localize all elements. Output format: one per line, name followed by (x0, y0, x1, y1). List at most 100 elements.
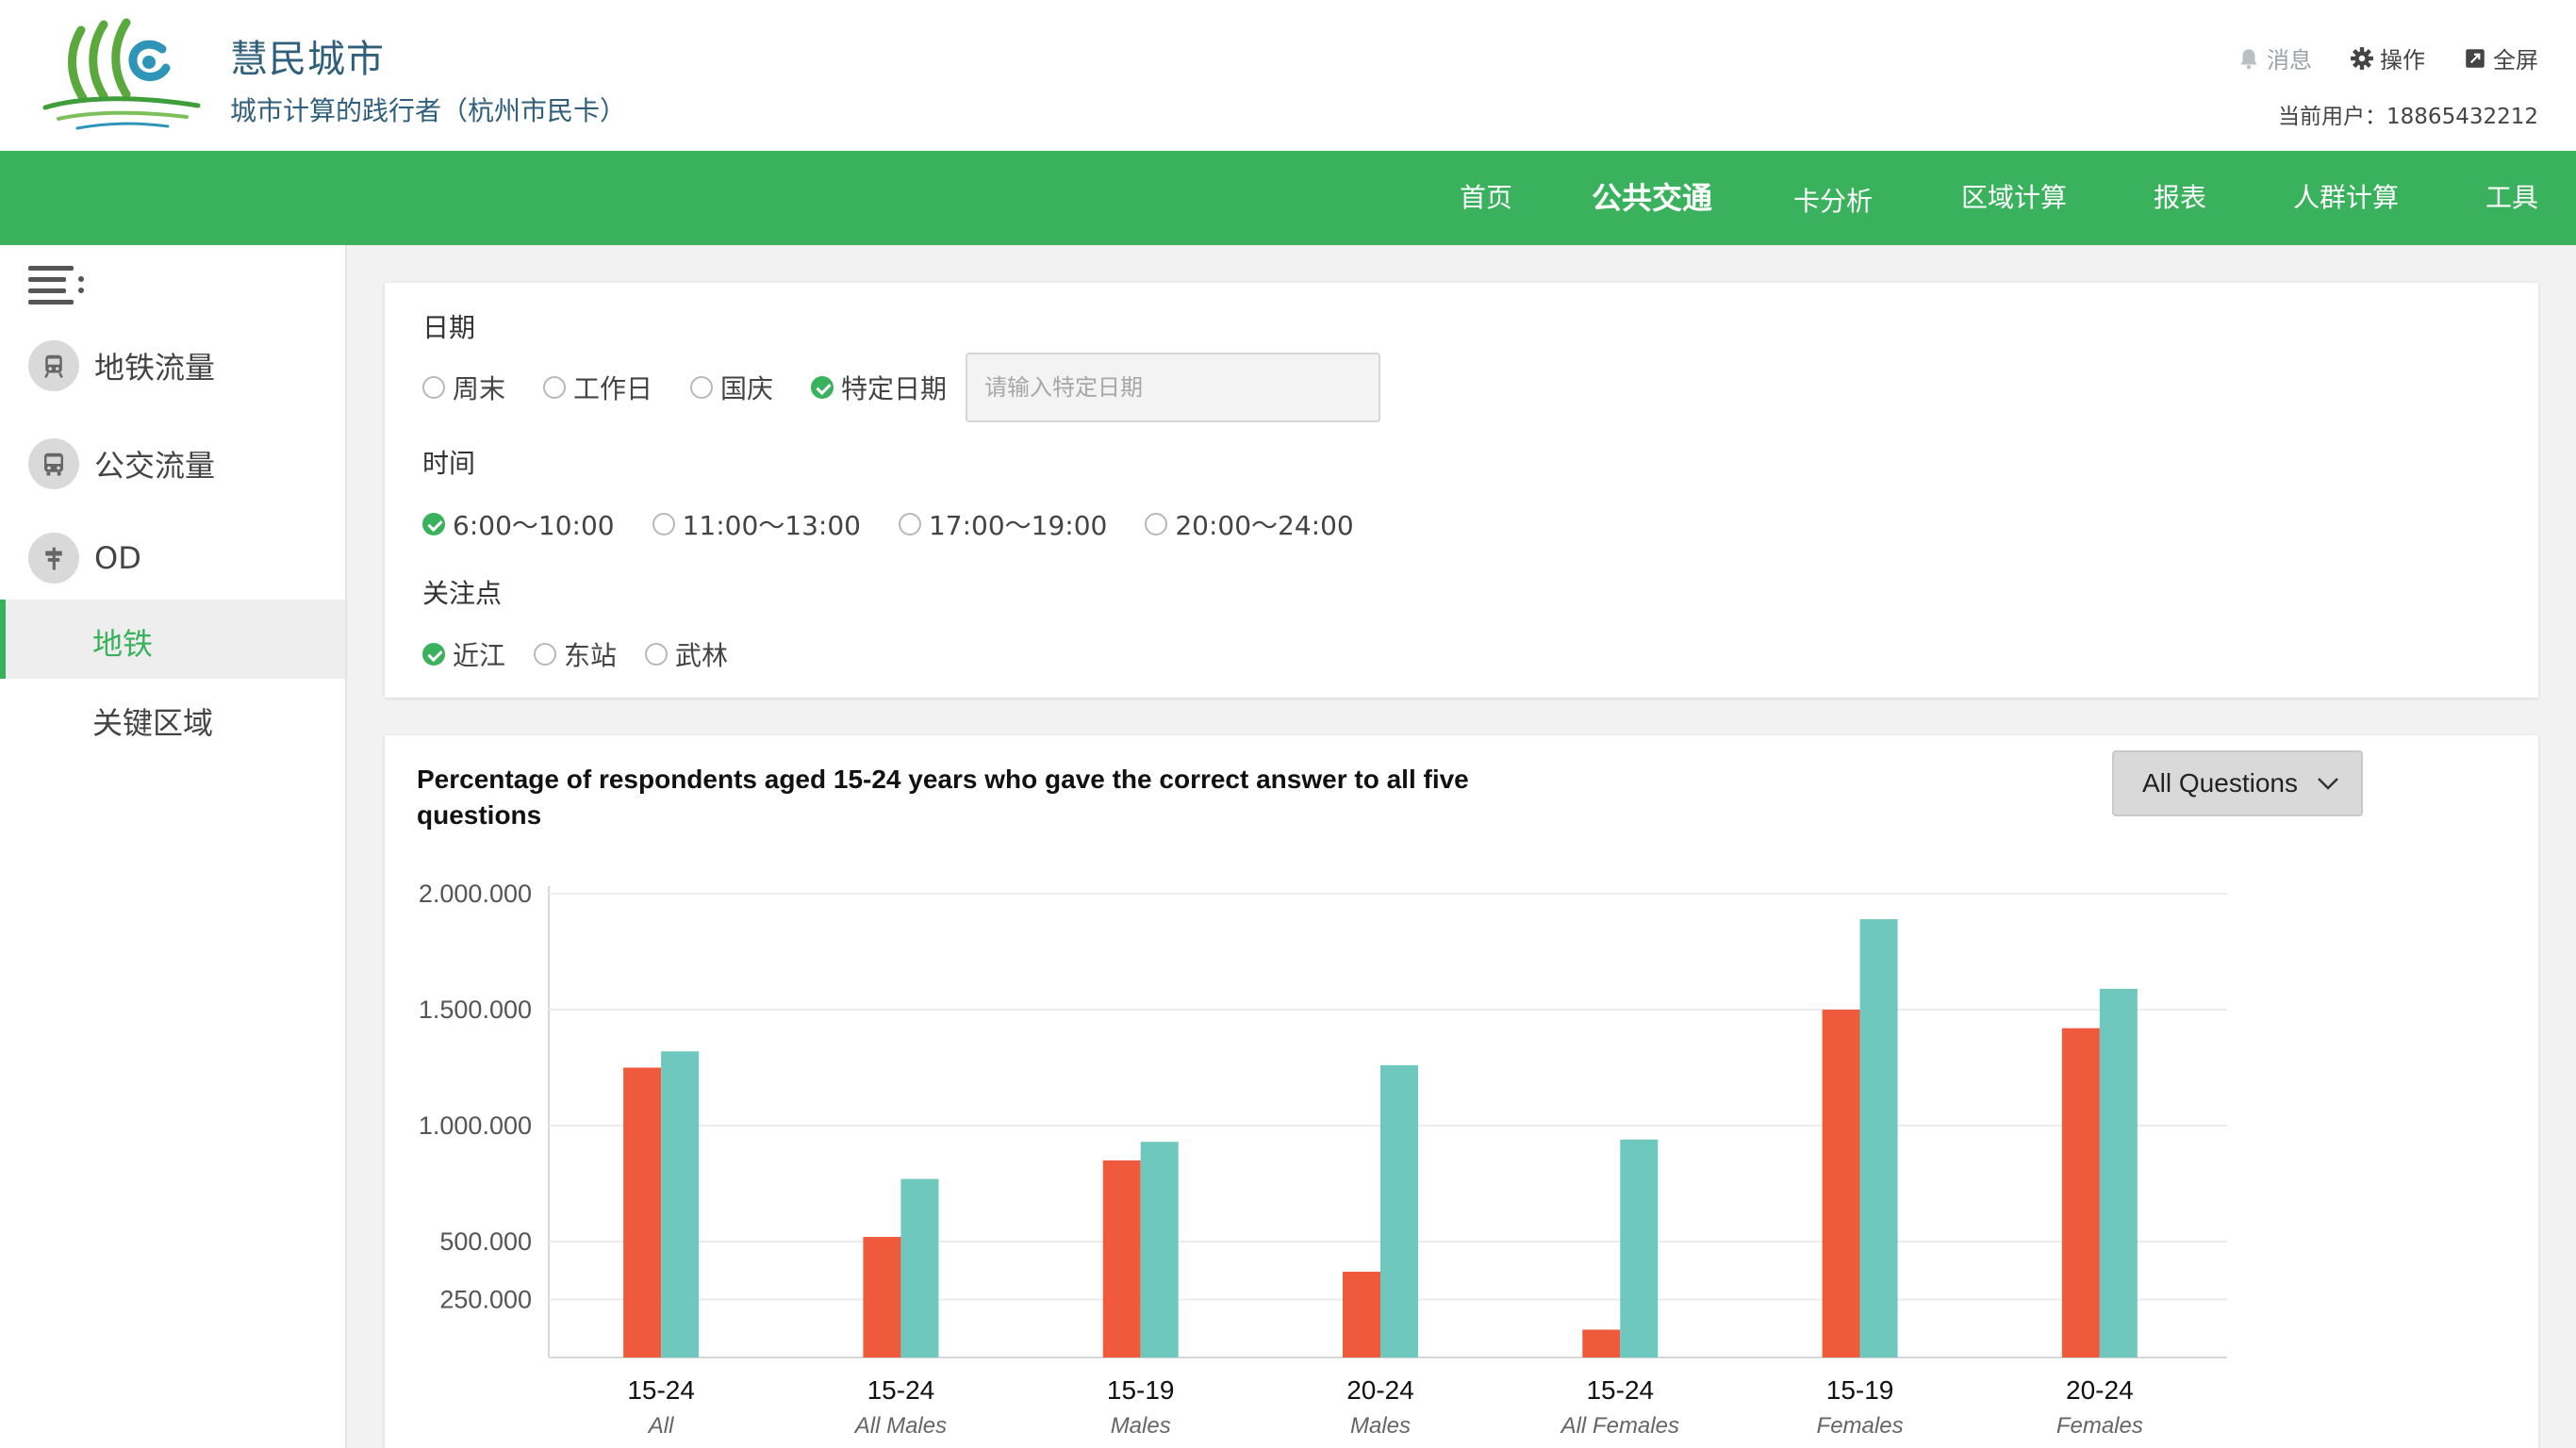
questions-dropdown[interactable]: All Questions (2112, 750, 2363, 816)
bar-series-2 (1859, 919, 1898, 1358)
nav-item-home[interactable]: 首页 (1460, 151, 1512, 245)
x-tick-label: 15-24 (1586, 1375, 1654, 1405)
date-filter-label: 日期 (422, 312, 476, 343)
sidebar-subitem-label: 关键区域 (92, 705, 214, 741)
nav-item-card-analysis[interactable]: 卡分析 (1793, 155, 1873, 249)
operate-button[interactable]: 操作 (2350, 41, 2425, 74)
fullscreen-label: 全屏 (2493, 47, 2538, 74)
radio-label: 国庆 (720, 373, 774, 404)
current-user: 当前用户：18865432212 (2278, 105, 2538, 129)
radio-label: 武林 (675, 640, 729, 671)
time-option-evening[interactable]: 17:00～19:00 (898, 505, 1108, 543)
bar-series-2 (1620, 1139, 1659, 1358)
bar-series-1 (623, 1067, 662, 1358)
app-title: 慧民城市 (230, 38, 385, 81)
y-tick-label: 500.000 (439, 1227, 532, 1256)
y-tick-label: 250.000 (439, 1286, 532, 1314)
bus-icon (28, 438, 79, 489)
messages-label: 消息 (2267, 47, 2312, 74)
bar-series-2 (1380, 1065, 1418, 1358)
x-tick-label: 15-19 (1826, 1375, 1894, 1405)
fullscreen-button[interactable]: 全屏 (2463, 41, 2538, 74)
operate-label: 操作 (2380, 47, 2425, 74)
radio-check-icon (422, 643, 445, 666)
x-tick-sublabel: All Males (853, 1413, 947, 1439)
radio-circle (1145, 513, 1168, 535)
nav-item-tools[interactable]: 工具 (2485, 151, 2538, 245)
menu-toggle-icon[interactable] (28, 264, 85, 305)
sidebar-item-label: OD (94, 540, 141, 576)
app-subtitle: 城市计算的践行者（杭州市民卡） (230, 95, 627, 126)
sidebar-item-bus-flow[interactable]: 公交流量 (0, 424, 347, 503)
radio-label: 工作日 (573, 373, 653, 404)
x-tick-sublabel: All (647, 1413, 674, 1439)
x-tick-label: 15-24 (867, 1375, 935, 1405)
x-tick-label: 20-24 (1346, 1375, 1414, 1405)
radio-circle (422, 376, 445, 399)
focus-options: 近江 东站 武林 (422, 635, 766, 673)
subway-icon (28, 340, 79, 391)
x-tick-sublabel: Females (1817, 1413, 1904, 1439)
sidebar-item-label: 地铁流量 (94, 350, 216, 386)
time-options: 6:00～10:00 11:00～13:00 17:00～19:00 20:00… (422, 505, 1392, 543)
dropdown-label: All Questions (2142, 768, 2298, 798)
bar-series-2 (661, 1051, 700, 1358)
radio-label: 17:00～19:00 (928, 510, 1108, 541)
radio-label: 6:00～10:00 (453, 510, 615, 541)
nav-item-reports[interactable]: 报表 (2154, 151, 2206, 245)
bar-series-1 (1582, 1329, 1621, 1358)
bar-series-1 (1343, 1271, 1380, 1358)
chart-panel: 250.000 500.000 1.000.000 1.500.000 2.000.00… (385, 735, 2538, 1448)
sidebar-subitem-subway[interactable]: 地铁 (0, 600, 345, 679)
focus-option-wulin[interactable]: 武林 (645, 635, 728, 673)
chart-title: Percentage of respondents aged 15-24 yea… (417, 765, 1469, 830)
nav-item-crowd-compute[interactable]: 人群计算 (2293, 151, 2399, 245)
bar-series-1 (1102, 1160, 1141, 1358)
focus-option-jinjiang[interactable]: 近江 (422, 635, 505, 673)
fullscreen-icon (2466, 48, 2485, 68)
radio-label: 11:00～13:00 (682, 510, 861, 541)
x-tick-sublabel: Males (1111, 1413, 1171, 1439)
time-option-noon[interactable]: 11:00～13:00 (652, 505, 861, 543)
radio-check-icon (422, 513, 445, 535)
date-options: 周末 工作日 国庆 特定日期 (422, 353, 1381, 422)
radio-circle (690, 376, 714, 399)
focus-filter-label: 关注点 (422, 578, 503, 609)
radio-label: 近江 (453, 640, 506, 671)
specific-date-input[interactable] (966, 353, 1381, 422)
x-tick-sublabel: Females (2056, 1413, 2143, 1439)
time-option-morning[interactable]: 6:00～10:00 (422, 505, 615, 543)
sidebar-item-od[interactable]: OD (0, 518, 347, 598)
bar-series-1 (2061, 1028, 2100, 1358)
radio-label: 周末 (453, 373, 506, 404)
radio-label: 特定日期 (841, 373, 948, 404)
radio-label: 东站 (564, 640, 618, 671)
date-option-specific[interactable]: 特定日期 (811, 369, 947, 406)
bell-icon (2240, 48, 2257, 69)
x-tick-label: 15-24 (627, 1375, 695, 1405)
radio-circle (543, 376, 567, 399)
messages-button[interactable]: 消息 (2237, 41, 2312, 74)
date-option-national-day[interactable]: 国庆 (690, 369, 773, 406)
focus-option-east-station[interactable]: 东站 (534, 635, 617, 673)
date-option-weekend[interactable]: 周末 (422, 369, 505, 406)
radio-circle (652, 513, 675, 535)
nav-item-area-compute[interactable]: 区域计算 (1961, 151, 2067, 245)
sidebar-subitem-key-areas[interactable]: 关键区域 (0, 679, 345, 758)
signpost-icon (28, 533, 79, 584)
app-header: 慧民城市 城市计算的践行者（杭州市民卡） 消息 操作 全屏 当前用户：18865… (0, 0, 2576, 151)
y-tick-label: 1.000.000 (419, 1111, 532, 1140)
radio-circle (645, 643, 669, 666)
sidebar: 地铁流量 公交流量 OD 地铁 关键区域 (0, 245, 347, 1448)
chevron-down-icon (2318, 778, 2338, 790)
header-actions: 消息 操作 全屏 (2237, 41, 2538, 74)
city-logo (42, 18, 201, 130)
sidebar-item-subway-flow[interactable]: 地铁流量 (0, 326, 347, 405)
bar-chart: 250.000 500.000 1.000.000 1.500.000 2.000.00… (419, 880, 2227, 1439)
bar-series-2 (1140, 1142, 1179, 1358)
date-option-workday[interactable]: 工作日 (543, 369, 652, 406)
nav-item-public-transport[interactable]: 公共交通 (1592, 151, 1712, 245)
filter-panel: 日期 周末 工作日 国庆 特定日期 时间 6:00～10:00 11:00～13… (385, 283, 2538, 698)
time-option-night[interactable]: 20:00～24:00 (1145, 505, 1354, 543)
x-tick-sublabel: All Females (1560, 1413, 1679, 1439)
